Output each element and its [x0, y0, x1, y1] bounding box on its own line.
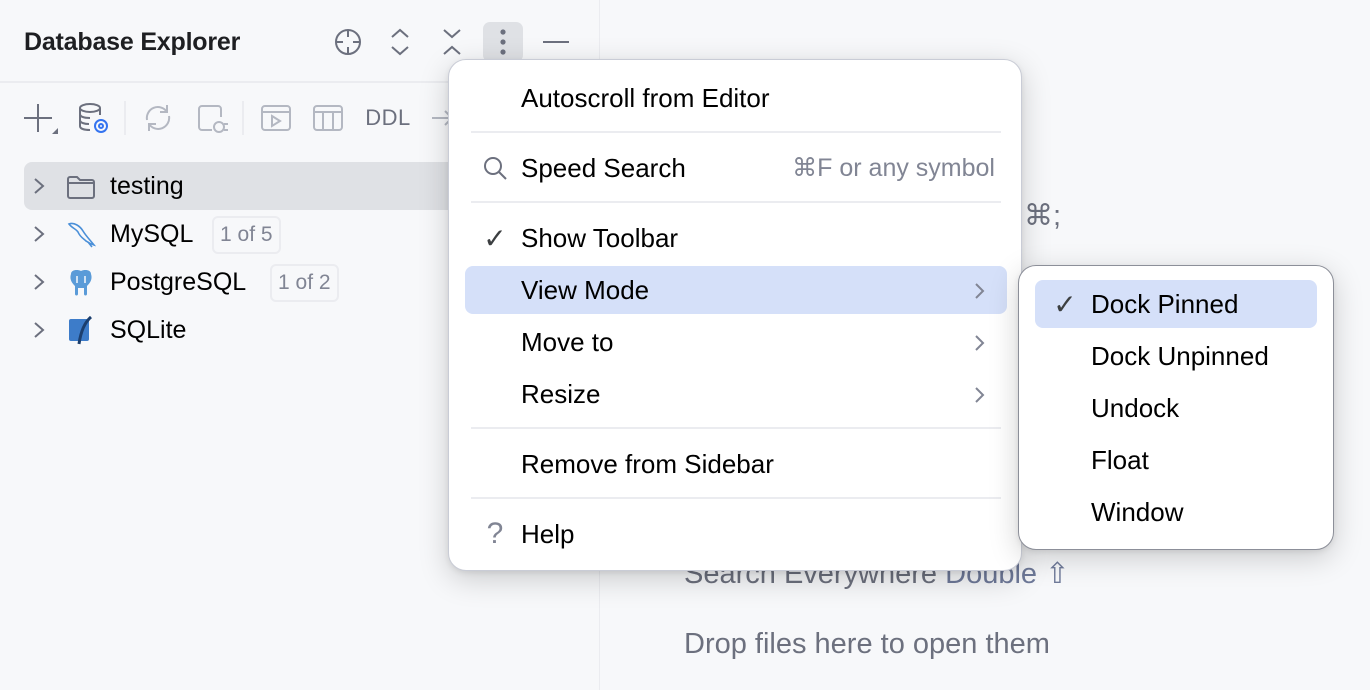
- checkmark-icon: ✓: [1053, 288, 1077, 320]
- folder-icon: [66, 172, 96, 202]
- search-icon: [481, 155, 509, 181]
- submenu-item-label: Float: [1091, 444, 1149, 475]
- connection-count-badge: 1 of 5: [212, 216, 281, 254]
- tree-item-postgresql[interactable]: PostgreSQL 1 of 2: [24, 258, 464, 306]
- explorer-toolbar: DDL: [0, 95, 460, 141]
- panel-title: Database Explorer: [24, 28, 241, 56]
- menu-item-label: Help: [521, 518, 575, 549]
- menu-item-label: Speed Search: [521, 152, 686, 183]
- menu-item-resize[interactable]: Resize: [465, 370, 1007, 418]
- menu-item-move-to[interactable]: Move to: [465, 318, 1007, 366]
- menu-item-label: Resize: [521, 378, 601, 409]
- submenu-item-label: Dock Unpinned: [1091, 340, 1269, 371]
- data-source-properties-button[interactable]: [76, 99, 112, 137]
- tree-item-label: SQLite: [110, 316, 187, 344]
- submenu-item-undock[interactable]: Undock: [1035, 384, 1317, 432]
- expand-all-button[interactable]: [380, 22, 420, 62]
- add-icon: [24, 104, 58, 134]
- submenu-item-dock-pinned[interactable]: ✓ Dock Pinned: [1035, 280, 1317, 328]
- expand-all-icon: [391, 28, 409, 56]
- menu-item-view-mode[interactable]: View Mode: [465, 266, 1007, 314]
- menu-item-label: Show Toolbar: [521, 222, 679, 253]
- view-mode-submenu: ✓ Dock Pinned Dock Unpinned Undock Float…: [1018, 265, 1334, 550]
- submenu-item-label: Dock Pinned: [1091, 288, 1239, 319]
- tree-item-sqlite[interactable]: SQLite: [24, 306, 464, 354]
- chevron-right-icon[interactable]: [32, 272, 46, 297]
- menu-separator: [471, 497, 1001, 499]
- postgresql-icon: [66, 268, 96, 298]
- chevron-right-icon[interactable]: [32, 176, 46, 201]
- tree-item-label: testing: [110, 172, 184, 200]
- chevron-right-icon[interactable]: [32, 224, 46, 249]
- hide-panel-button[interactable]: [536, 22, 576, 62]
- ddl-label: DDL: [365, 105, 411, 130]
- menu-separator: [471, 131, 1001, 133]
- submenu-item-window[interactable]: Window: [1035, 488, 1317, 536]
- menu-item-label: View Mode: [521, 274, 650, 305]
- minimize-icon: [543, 41, 569, 43]
- sqlite-icon: [66, 316, 96, 346]
- data-source-properties-icon: [79, 103, 108, 133]
- collapse-all-icon: [443, 29, 461, 55]
- checkmark-icon: ✓: [483, 222, 507, 254]
- chevron-right-icon: [973, 282, 985, 305]
- locate-button[interactable]: [328, 22, 368, 62]
- menu-item-help[interactable]: ? Help: [465, 510, 1007, 558]
- menu-item-label: Autoscroll from Editor: [521, 82, 770, 113]
- submenu-item-label: Window: [1091, 496, 1184, 527]
- mysql-icon: [66, 220, 96, 250]
- tree-item-mysql[interactable]: MySQL 1 of 5: [24, 210, 464, 258]
- refresh-button[interactable]: [140, 99, 176, 137]
- menu-item-label: Remove from Sidebar: [521, 448, 774, 479]
- editor-hint-shortcut: ⌘;: [1024, 200, 1062, 232]
- menu-separator: [471, 427, 1001, 429]
- tree-item-label: PostgreSQL: [110, 268, 247, 296]
- table-icon: [313, 105, 343, 131]
- options-menu-button[interactable]: [483, 22, 523, 62]
- tree-item-label: MySQL: [110, 220, 194, 248]
- ddl-button[interactable]: DDL: [364, 99, 412, 137]
- chevron-right-icon: [973, 334, 985, 357]
- menu-item-remove-from-sidebar[interactable]: Remove from Sidebar: [465, 440, 1007, 488]
- connection-count-badge: 1 of 2: [270, 264, 339, 302]
- menu-item-label: Move to: [521, 326, 614, 357]
- toolbar-separator: [242, 101, 244, 135]
- chevron-right-icon[interactable]: [32, 320, 46, 345]
- options-popup-menu: Autoscroll from Editor Speed Search ⌘F o…: [448, 59, 1022, 571]
- add-button[interactable]: [22, 99, 62, 137]
- submenu-item-dock-unpinned[interactable]: Dock Unpinned: [1035, 332, 1317, 380]
- tree-item-testing[interactable]: testing: [24, 162, 464, 210]
- more-vertical-icon: [500, 29, 506, 55]
- shortcut-hint: ⌘F or any symbol: [792, 154, 995, 182]
- query-console-button[interactable]: [258, 99, 294, 137]
- menu-item-autoscroll-from-editor[interactable]: Autoscroll from Editor: [465, 74, 1007, 122]
- disconnect-icon: [198, 105, 228, 133]
- query-console-icon: [261, 105, 291, 131]
- crosshair-icon: [335, 29, 361, 55]
- toolbar-separator: [124, 101, 126, 135]
- menu-item-show-toolbar[interactable]: ✓ Show Toolbar: [465, 214, 1007, 262]
- refresh-icon: [145, 105, 171, 131]
- chevron-right-icon: [973, 386, 985, 409]
- menu-item-speed-search[interactable]: Speed Search ⌘F or any symbol: [465, 144, 1007, 192]
- drop-files-hint: Drop files here to open them: [684, 628, 1050, 660]
- submenu-item-float[interactable]: Float: [1035, 436, 1317, 484]
- disconnect-button[interactable]: [194, 99, 230, 137]
- submenu-item-label: Undock: [1091, 392, 1180, 423]
- table-view-button[interactable]: [310, 99, 346, 137]
- help-icon: ?: [486, 517, 504, 550]
- menu-separator: [471, 201, 1001, 203]
- collapse-all-button[interactable]: [432, 22, 472, 62]
